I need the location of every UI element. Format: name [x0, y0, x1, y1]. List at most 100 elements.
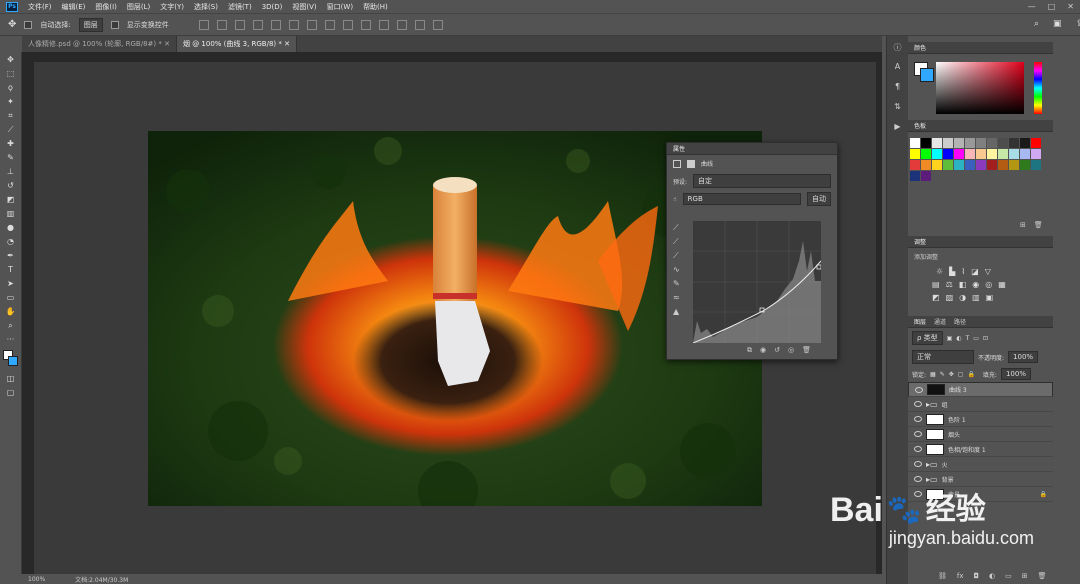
- tab-close-icon[interactable]: ✕: [284, 40, 290, 48]
- search-icon[interactable]: ⌕: [1034, 19, 1039, 29]
- smooth-icon[interactable]: ≈: [673, 291, 685, 305]
- menu-help[interactable]: 帮助(H): [363, 2, 388, 12]
- auto-select-checkbox[interactable]: [24, 20, 33, 29]
- align-left-icon[interactable]: [252, 19, 263, 30]
- folder-icon[interactable]: ▸▭: [926, 400, 938, 409]
- filter-smart-icon[interactable]: ⊡: [983, 335, 988, 342]
- swatch[interactable]: [1031, 138, 1041, 148]
- color-tab[interactable]: 颜色: [914, 43, 926, 52]
- layer-style-icon[interactable]: fx: [957, 572, 964, 580]
- layers-tab[interactable]: 图层: [914, 317, 926, 326]
- mask-icon[interactable]: [687, 159, 695, 168]
- blur-tool-icon[interactable]: ●: [4, 221, 18, 234]
- distribute-bottom-icon[interactable]: [342, 19, 353, 30]
- swatch[interactable]: [932, 138, 942, 148]
- show-transform-checkbox[interactable]: [110, 20, 119, 29]
- tab-retouch[interactable]: 人像精修.psd @ 100% (轮廓, RGB/8#) * ✕: [22, 36, 177, 52]
- pen-tool-icon[interactable]: ✒: [4, 249, 18, 262]
- eraser-tool-icon[interactable]: ◩: [4, 193, 18, 206]
- menu-image[interactable]: 图像(I): [95, 2, 117, 12]
- layer-row[interactable]: 色相/饱和度 1: [908, 442, 1053, 457]
- character-icon[interactable]: A: [890, 62, 906, 76]
- delete-swatch-icon[interactable]: 🗑: [1034, 221, 1043, 229]
- swatch[interactable]: [976, 149, 986, 159]
- swatch[interactable]: [965, 138, 975, 148]
- swatch[interactable]: [954, 160, 964, 170]
- swatch[interactable]: [921, 138, 931, 148]
- invert-icon[interactable]: ◩: [932, 293, 940, 302]
- 3d-mode-icon[interactable]: [396, 19, 407, 30]
- menu-window[interactable]: 窗口(W): [327, 2, 353, 12]
- zoom-tool-icon[interactable]: ⌕: [4, 319, 18, 332]
- menu-edit[interactable]: 编辑(E): [62, 2, 86, 12]
- menu-filter[interactable]: 滤镜(T): [228, 2, 252, 12]
- layer-row[interactable]: 色阶 1: [908, 412, 1053, 427]
- brightness-icon[interactable]: ☼: [936, 267, 943, 276]
- share-icon[interactable]: ⇪: [1076, 19, 1080, 29]
- curves-graph[interactable]: [693, 221, 821, 343]
- auto-select-dropdown[interactable]: 图层: [78, 17, 103, 32]
- swatches-tab[interactable]: 色板: [914, 121, 926, 130]
- swatch[interactable]: [1020, 149, 1030, 159]
- magic-wand-icon[interactable]: ✦: [4, 95, 18, 108]
- swatch[interactable]: [965, 160, 975, 170]
- visibility-eye-icon[interactable]: [914, 431, 922, 437]
- swatch[interactable]: [1020, 138, 1030, 148]
- hue-slider[interactable]: [1034, 62, 1042, 114]
- eyedropper-black-icon[interactable]: ⟋: [673, 221, 685, 235]
- align-bottom-icon[interactable]: [234, 19, 245, 30]
- threshold-icon[interactable]: ◑: [959, 293, 966, 302]
- swatch[interactable]: [932, 149, 942, 159]
- filter-type-icon[interactable]: T: [966, 335, 970, 342]
- menu-3d[interactable]: 3D(D): [262, 3, 283, 11]
- swatch[interactable]: [987, 149, 997, 159]
- workspace-icon[interactable]: ▣: [1053, 19, 1062, 29]
- swatch[interactable]: [976, 138, 986, 148]
- dodge-tool-icon[interactable]: ◔: [4, 235, 18, 248]
- swatch[interactable]: [1009, 149, 1019, 159]
- swatch[interactable]: [910, 138, 920, 148]
- target-adjust-icon[interactable]: ☝: [673, 196, 677, 203]
- lock-artboard-icon[interactable]: ▢: [958, 371, 964, 378]
- color-lookup-icon[interactable]: ▦: [998, 280, 1006, 289]
- swatch[interactable]: [954, 138, 964, 148]
- swatch[interactable]: [965, 149, 975, 159]
- delete-icon[interactable]: 🗑: [802, 346, 811, 355]
- swatch[interactable]: [1009, 160, 1019, 170]
- add-mask-icon[interactable]: ◘: [974, 572, 980, 580]
- swatches-header[interactable]: 色板: [908, 120, 1053, 132]
- visibility-eye-icon[interactable]: [915, 386, 923, 393]
- distribute-top-icon[interactable]: [306, 19, 317, 30]
- filter-adjust-icon[interactable]: ◐: [956, 335, 961, 342]
- blend-mode-dropdown[interactable]: 正常: [912, 350, 974, 364]
- actions-icon[interactable]: ▶: [890, 122, 906, 136]
- hand-tool-icon[interactable]: ✋: [4, 305, 18, 318]
- swatch[interactable]: [910, 160, 920, 170]
- folder-icon[interactable]: ▸▭: [926, 475, 938, 484]
- visibility-icon[interactable]: ◎: [788, 346, 794, 355]
- zoom-level[interactable]: 100%: [28, 576, 45, 583]
- swatch[interactable]: [910, 149, 920, 159]
- close-button[interactable]: ✕: [1067, 2, 1074, 11]
- swatch[interactable]: [1031, 160, 1041, 170]
- color-panel-header[interactable]: 颜色: [908, 42, 1053, 54]
- info-icon[interactable]: ⓘ: [890, 42, 906, 56]
- histogram-warning-icon[interactable]: ▲: [673, 305, 685, 319]
- 3d-pan-icon[interactable]: [432, 19, 443, 30]
- photo-filter-icon[interactable]: ◉: [972, 280, 979, 289]
- swatch[interactable]: [921, 160, 931, 170]
- history-brush-icon[interactable]: ↺: [4, 179, 18, 192]
- swatch[interactable]: [943, 149, 953, 159]
- more-tools-icon[interactable]: ···: [4, 333, 18, 346]
- swatch[interactable]: [954, 149, 964, 159]
- swatch[interactable]: [932, 160, 942, 170]
- align-hcenter-icon[interactable]: [270, 19, 281, 30]
- align-vcenter-icon[interactable]: [216, 19, 227, 30]
- swatch[interactable]: [998, 160, 1008, 170]
- tab-close-icon[interactable]: ✕: [164, 40, 170, 48]
- filter-pixel-icon[interactable]: ▣: [947, 335, 953, 342]
- swatch[interactable]: [998, 149, 1008, 159]
- channel-dropdown[interactable]: RGB: [682, 193, 801, 205]
- color-chips[interactable]: [0, 348, 21, 370]
- view-previous-icon[interactable]: ◉: [760, 346, 766, 355]
